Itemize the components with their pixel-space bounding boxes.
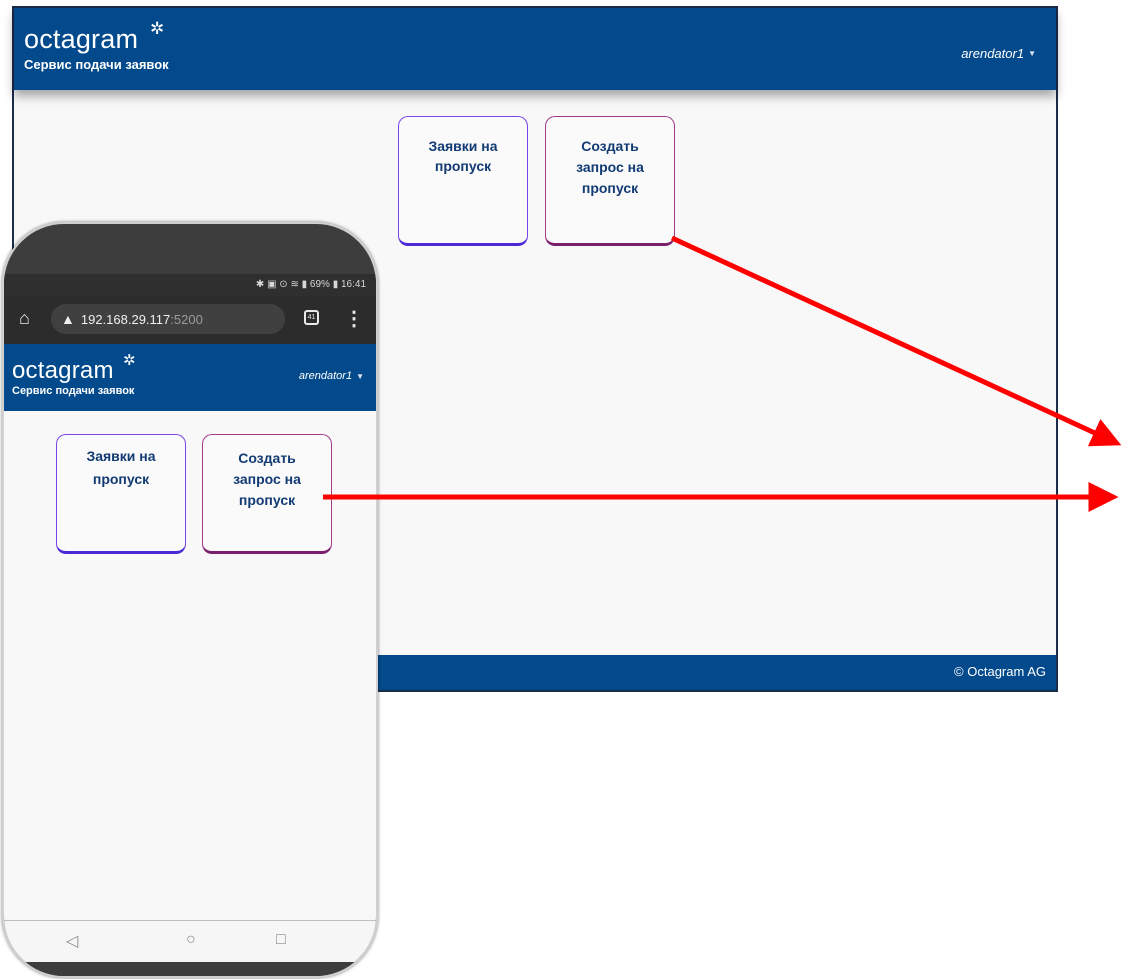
android-nav-bar: ◁ ○ □ [4,920,376,963]
mobile-tile-create-pass-request[interactable]: Создать запрос на пропуск [202,434,332,554]
logo-subtitle: Сервис подачи заявок [12,385,135,397]
phone-bezel-bottom [4,962,376,976]
tile-pass-requests[interactable]: Заявки на пропуск [398,116,528,246]
logo-star-icon: ✲ [150,19,165,38]
mobile-tile-pass-requests[interactable]: Заявки на пропуск [56,434,186,554]
caret-down-icon: ▼ [1028,49,1036,58]
recent-apps-icon[interactable]: □ [276,931,286,949]
address-bar[interactable]: ▲ 192.168.29.117 :5200 [51,304,285,334]
user-name: arendator1 [298,370,353,382]
site-header: octagram ✲ Сервис подачи заявок arendato… [14,8,1056,90]
home-circle-icon[interactable]: ○ [186,931,196,949]
mobile-user-menu[interactable]: arendator1 ▼ [299,370,364,382]
more-menu-icon[interactable]: ⋮ [344,306,364,331]
status-text: ✱ ▣ ⊙ ≋ ▮ 69% ▮ 16:41 [255,279,366,290]
tile-label: Заявки на пропуск [428,138,498,174]
tile-label: Создать запрос на пропуск [576,138,644,196]
caret-down-icon: ▼ [356,371,364,381]
logo-subtitle: Сервис подачи заявок [24,57,169,72]
tile-label: Создать запрос на пропуск [233,450,301,508]
mobile-site-header: octagram ✲ Сервис подачи заявок arendato… [4,344,376,411]
home-icon[interactable]: ⌂ [19,308,30,329]
logo-star-icon: ✲ [123,352,136,369]
warning-icon[interactable]: ▲ [61,311,75,327]
url-host: 192.168.29.117 [80,311,171,327]
tile-label: Заявки на пропуск [86,448,156,487]
tabs-icon[interactable]: 41 [304,310,319,325]
back-icon[interactable]: ◁ [66,931,78,951]
site-logo[interactable]: octagram ✲ Сервис подачи заявок [24,20,169,72]
url-port: :5200 [170,311,203,327]
user-name: arendator1 [961,46,1025,61]
phone-status-bar: ✱ ▣ ⊙ ≋ ▮ 69% ▮ 16:41 [4,274,376,296]
tile-create-pass-request[interactable]: Создать запрос на пропуск [545,116,675,246]
browser-toolbar: ⌂ ▲ 192.168.29.117 :5200 41 ⋮ [4,296,376,344]
mobile-site-logo[interactable]: octagram ✲ Сервис подачи заявок [12,352,136,397]
footer-copyright: © Octagram AG [954,664,1046,679]
phone-mockup: ✱ ▣ ⊙ ≋ ▮ 69% ▮ 16:41 ⌂ ▲ 192.168.29.117… [2,222,378,978]
logo-name: octagram [24,24,139,54]
user-menu[interactable]: arendator1 ▼ [961,46,1036,61]
mobile-page: octagram ✲ Сервис подачи заявок arendato… [4,344,376,920]
logo-name: octagram [12,357,114,384]
